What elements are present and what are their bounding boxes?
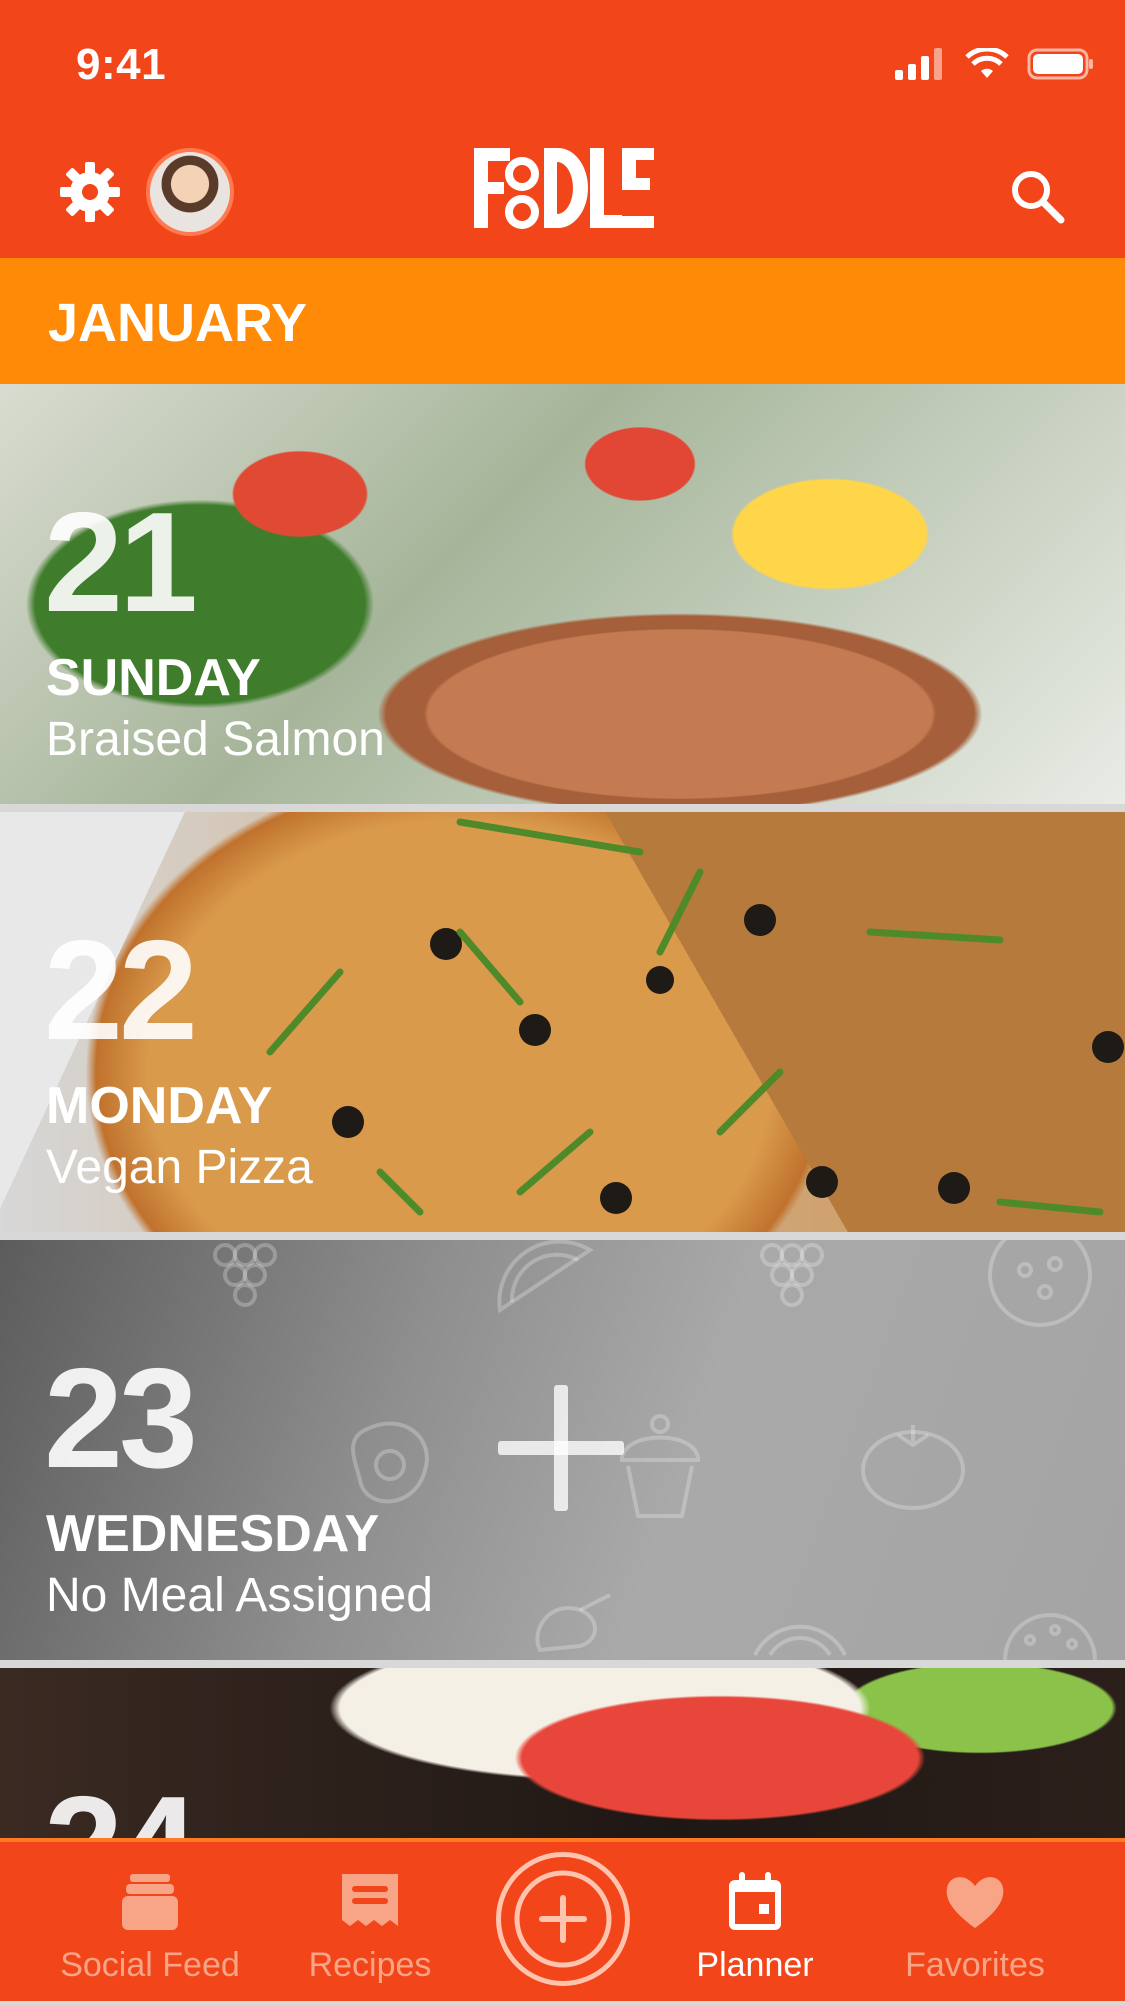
status-time: 9:41	[76, 40, 167, 89]
day-card-21[interactable]: 21 SUNDAY Braised Salmon	[0, 384, 1125, 804]
month-header: JANUARY	[0, 258, 1125, 384]
drumstick-doodle-icon	[535, 1593, 611, 1653]
tomato-doodle-icon	[861, 1425, 965, 1510]
tab-favorites[interactable]: Favorites	[880, 1842, 1070, 2005]
settings-gear-icon[interactable]	[58, 160, 122, 224]
day-weekday: MONDAY	[46, 1077, 273, 1135]
meal-name: Vegan Pizza	[46, 1141, 313, 1194]
day-card-22[interactable]: 22 MONDAY Vegan Pizza	[0, 812, 1125, 1232]
battery-icon	[1027, 48, 1093, 80]
tab-recipes[interactable]: Recipes	[280, 1842, 460, 2005]
status-icons	[895, 48, 1095, 80]
tab-label: Planner	[696, 1946, 814, 1984]
day-card-23[interactable]: 23 WEDNESDAY No Meal Assigned	[0, 1240, 1125, 1660]
month-label: JANUARY	[48, 293, 308, 353]
status-bar: 9:41	[0, 0, 1125, 130]
heart-icon	[946, 1877, 1004, 1928]
tab-planner[interactable]: Planner	[665, 1842, 845, 2005]
pizza-slice-doodle-icon	[753, 1624, 847, 1657]
tab-label: Recipes	[308, 1946, 432, 1984]
top-navigation-bar	[0, 130, 1125, 258]
add-meal-icon[interactable]	[498, 1385, 624, 1511]
cellular-signal-icon	[895, 48, 942, 80]
grapes-doodle-icon	[213, 1243, 277, 1307]
tab-label: Social Feed	[60, 1946, 240, 1984]
meal-name: No Meal Assigned	[46, 1569, 433, 1622]
tab-social-feed[interactable]: Social Feed	[40, 1842, 260, 2005]
day-number: 23	[44, 1339, 198, 1498]
profile-avatar[interactable]	[146, 148, 234, 236]
day-number: 24	[44, 1776, 198, 1839]
add-circle-icon	[514, 1870, 612, 1968]
pie-doodle-icon	[1003, 1613, 1097, 1660]
day-weekday: WEDNESDAY	[46, 1505, 380, 1563]
day-number: 21	[44, 483, 198, 642]
day-weekday: SUNDAY	[46, 649, 261, 707]
foodle-logo-icon	[474, 148, 654, 229]
recipe-card-icon	[342, 1874, 398, 1926]
meal-name: Braised Salmon	[46, 713, 385, 766]
cupcake-doodle-icon	[619, 1414, 701, 1518]
tab-label: Favorites	[905, 1946, 1045, 1984]
calendar-icon	[729, 1872, 781, 1930]
grapes-doodle-icon	[760, 1243, 824, 1307]
wifi-icon	[965, 48, 1009, 78]
app-logo	[470, 138, 660, 248]
bottom-tab-bar: Social Feed Recipes Planner Favorites	[0, 1838, 1125, 2001]
day-number: 22	[44, 911, 198, 1070]
stack-icon	[122, 1874, 178, 1930]
search-icon[interactable]	[1007, 166, 1067, 226]
fried-egg-doodle-icon	[351, 1421, 429, 1504]
pizza-doodle-icon	[988, 1240, 1092, 1327]
lemon-slice-doodle-icon	[497, 1240, 594, 1314]
add-circle-button[interactable]	[496, 1852, 630, 1986]
day-card-24[interactable]: 24	[0, 1668, 1125, 1838]
